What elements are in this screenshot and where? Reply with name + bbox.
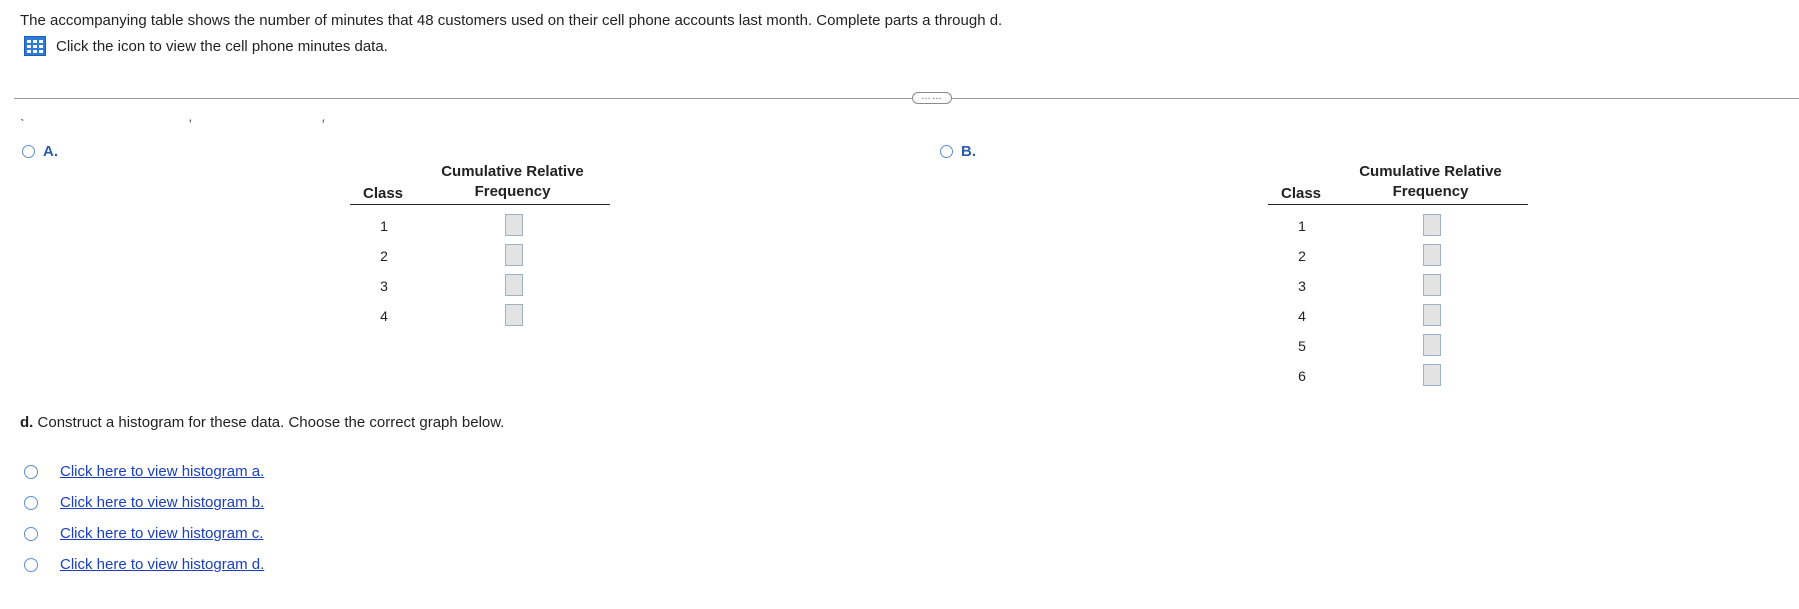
freq-header-line2: Frequency bbox=[474, 183, 551, 200]
table-row-class: 3 bbox=[380, 278, 388, 294]
freq-input-cell[interactable] bbox=[1423, 274, 1441, 296]
freq-input-cell[interactable] bbox=[505, 304, 523, 326]
part-d-label: d. bbox=[20, 414, 34, 431]
histogram-c-link[interactable]: Click here to view histogram c. bbox=[60, 525, 263, 542]
table-header: Class Cumulative Relative Frequency bbox=[1268, 163, 1528, 205]
freq-input-cell[interactable] bbox=[505, 214, 523, 236]
option-a[interactable]: A. bbox=[22, 143, 58, 160]
table-row-class: 4 bbox=[380, 308, 388, 324]
table-row-class: 3 bbox=[1298, 278, 1306, 294]
histogram-option-c[interactable]: Click here to view histogram c. bbox=[24, 525, 263, 542]
freq-header-line2: Frequency bbox=[1392, 183, 1469, 200]
histogram-d-link[interactable]: Click here to view histogram d. bbox=[60, 556, 264, 573]
part-d-prompt: d. Construct a histogram for these data.… bbox=[20, 414, 504, 431]
part-d-text: Construct a histogram for these data. Ch… bbox=[37, 414, 505, 431]
table-row-class: 6 bbox=[1298, 368, 1306, 384]
table-row-class: 5 bbox=[1298, 338, 1306, 354]
option-a-letter: A. bbox=[43, 143, 58, 160]
section-divider bbox=[14, 98, 1799, 99]
freq-input-cell[interactable] bbox=[1423, 244, 1441, 266]
view-data-link[interactable]: Click the icon to view the cell phone mi… bbox=[24, 36, 388, 56]
histogram-d-radio[interactable] bbox=[24, 557, 38, 572]
table-row-class: 2 bbox=[380, 248, 388, 264]
view-data-text: Click the icon to view the cell phone mi… bbox=[56, 37, 388, 55]
table-header: Class Cumulative Relative Frequency bbox=[350, 163, 610, 205]
table-row-class: 4 bbox=[1298, 308, 1306, 324]
histogram-option-d[interactable]: Click here to view histogram d. bbox=[24, 556, 264, 573]
tick-mark: ′ bbox=[322, 116, 325, 132]
freq-input-cell[interactable] bbox=[505, 274, 523, 296]
histogram-b-radio[interactable] bbox=[24, 495, 38, 510]
histogram-option-b[interactable]: Click here to view histogram b. bbox=[24, 494, 264, 511]
freq-input-cell[interactable] bbox=[1423, 364, 1441, 386]
freq-header: Cumulative Relative Frequency bbox=[1348, 162, 1513, 202]
table-row-class: 1 bbox=[1298, 218, 1306, 234]
freq-header: Cumulative Relative Frequency bbox=[430, 162, 595, 202]
table-row-class: 2 bbox=[1298, 248, 1306, 264]
freq-header-line1: Cumulative Relative bbox=[441, 163, 584, 180]
expand-more-button[interactable]: …… bbox=[912, 92, 952, 104]
freq-input-cell[interactable] bbox=[1423, 214, 1441, 236]
histogram-c-radio[interactable] bbox=[24, 526, 38, 541]
freq-header-line1: Cumulative Relative bbox=[1359, 163, 1502, 180]
table-row-class: 1 bbox=[380, 218, 388, 234]
histogram-b-link[interactable]: Click here to view histogram b. bbox=[60, 494, 264, 511]
question-intro: The accompanying table shows the number … bbox=[20, 12, 1003, 29]
grid-data-icon[interactable] bbox=[24, 36, 46, 56]
tick-mark: ' bbox=[189, 116, 192, 132]
option-b[interactable]: B. bbox=[940, 143, 976, 160]
option-b-letter: B. bbox=[961, 143, 976, 160]
histogram-a-radio[interactable] bbox=[24, 464, 38, 479]
freq-input-cell[interactable] bbox=[1423, 304, 1441, 326]
histogram-a-link[interactable]: Click here to view histogram a. bbox=[60, 463, 264, 480]
tick-mark: ˋ bbox=[20, 116, 25, 132]
option-b-radio[interactable] bbox=[940, 145, 953, 158]
class-header: Class bbox=[1280, 185, 1322, 202]
class-header: Class bbox=[362, 185, 404, 202]
freq-input-cell[interactable] bbox=[505, 244, 523, 266]
freq-input-cell[interactable] bbox=[1423, 334, 1441, 356]
histogram-option-a[interactable]: Click here to view histogram a. bbox=[24, 463, 264, 480]
option-a-radio[interactable] bbox=[22, 145, 35, 158]
